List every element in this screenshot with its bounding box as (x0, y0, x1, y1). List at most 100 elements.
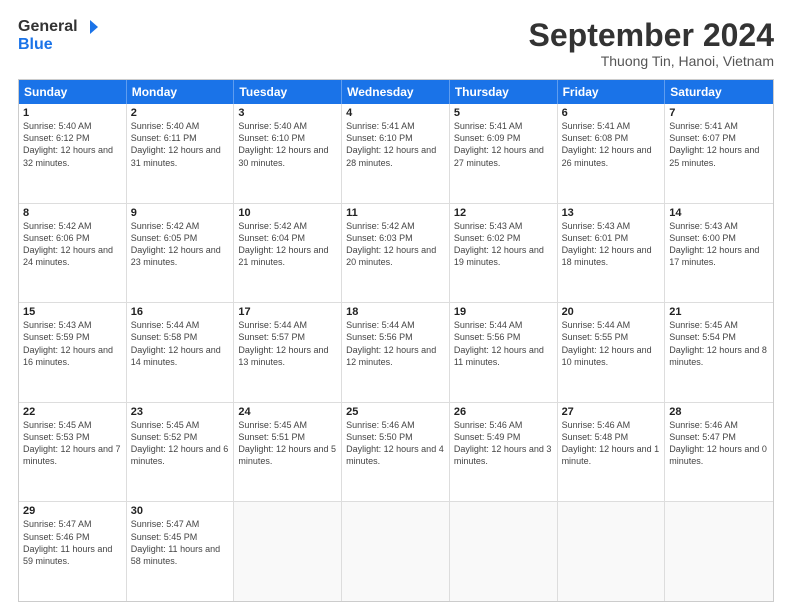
table-row (234, 502, 342, 601)
table-row: 24Sunrise: 5:45 AM Sunset: 5:51 PM Dayli… (234, 403, 342, 502)
day-number: 24 (238, 406, 337, 418)
day-number: 23 (131, 406, 230, 418)
day-info: Sunrise: 5:42 AM Sunset: 6:03 PM Dayligh… (346, 220, 445, 269)
day-number: 5 (454, 107, 553, 119)
table-row: 23Sunrise: 5:45 AM Sunset: 5:52 PM Dayli… (127, 403, 235, 502)
table-row: 12Sunrise: 5:43 AM Sunset: 6:02 PM Dayli… (450, 204, 558, 303)
day-number: 1 (23, 107, 122, 119)
calendar: Sunday Monday Tuesday Wednesday Thursday… (18, 79, 774, 602)
table-row: 17Sunrise: 5:44 AM Sunset: 5:57 PM Dayli… (234, 303, 342, 402)
table-row: 6Sunrise: 5:41 AM Sunset: 6:08 PM Daylig… (558, 104, 666, 203)
day-info: Sunrise: 5:45 AM Sunset: 5:54 PM Dayligh… (669, 319, 769, 368)
table-row: 9Sunrise: 5:42 AM Sunset: 6:05 PM Daylig… (127, 204, 235, 303)
table-row: 22Sunrise: 5:45 AM Sunset: 5:53 PM Dayli… (19, 403, 127, 502)
day-info: Sunrise: 5:44 AM Sunset: 5:58 PM Dayligh… (131, 319, 230, 368)
day-number: 18 (346, 306, 445, 318)
table-row: 27Sunrise: 5:46 AM Sunset: 5:48 PM Dayli… (558, 403, 666, 502)
day-number: 21 (669, 306, 769, 318)
day-number: 7 (669, 107, 769, 119)
table-row: 1Sunrise: 5:40 AM Sunset: 6:12 PM Daylig… (19, 104, 127, 203)
logo: General Blue (18, 18, 98, 54)
day-number: 6 (562, 107, 661, 119)
header: General Blue September 2024 Thuong Tin, … (18, 18, 774, 69)
table-row (665, 502, 773, 601)
calendar-body: 1Sunrise: 5:40 AM Sunset: 6:12 PM Daylig… (19, 104, 773, 601)
day-number: 17 (238, 306, 337, 318)
day-info: Sunrise: 5:41 AM Sunset: 6:10 PM Dayligh… (346, 120, 445, 169)
table-row: 18Sunrise: 5:44 AM Sunset: 5:56 PM Dayli… (342, 303, 450, 402)
day-info: Sunrise: 5:44 AM Sunset: 5:56 PM Dayligh… (346, 319, 445, 368)
header-sunday: Sunday (19, 80, 127, 104)
table-row (342, 502, 450, 601)
table-row: 30Sunrise: 5:47 AM Sunset: 5:45 PM Dayli… (127, 502, 235, 601)
day-number: 19 (454, 306, 553, 318)
day-info: Sunrise: 5:45 AM Sunset: 5:52 PM Dayligh… (131, 419, 230, 468)
day-info: Sunrise: 5:46 AM Sunset: 5:48 PM Dayligh… (562, 419, 661, 468)
table-row: 2Sunrise: 5:40 AM Sunset: 6:11 PM Daylig… (127, 104, 235, 203)
day-info: Sunrise: 5:47 AM Sunset: 5:45 PM Dayligh… (131, 518, 230, 567)
day-info: Sunrise: 5:47 AM Sunset: 5:46 PM Dayligh… (23, 518, 122, 567)
table-row: 28Sunrise: 5:46 AM Sunset: 5:47 PM Dayli… (665, 403, 773, 502)
table-row (450, 502, 558, 601)
day-info: Sunrise: 5:40 AM Sunset: 6:10 PM Dayligh… (238, 120, 337, 169)
day-info: Sunrise: 5:45 AM Sunset: 5:53 PM Dayligh… (23, 419, 122, 468)
table-row: 11Sunrise: 5:42 AM Sunset: 6:03 PM Dayli… (342, 204, 450, 303)
day-number: 12 (454, 207, 553, 219)
header-tuesday: Tuesday (234, 80, 342, 104)
day-info: Sunrise: 5:40 AM Sunset: 6:12 PM Dayligh… (23, 120, 122, 169)
day-info: Sunrise: 5:46 AM Sunset: 5:50 PM Dayligh… (346, 419, 445, 468)
day-number: 8 (23, 207, 122, 219)
day-number: 29 (23, 505, 122, 517)
day-number: 3 (238, 107, 337, 119)
table-row: 15Sunrise: 5:43 AM Sunset: 5:59 PM Dayli… (19, 303, 127, 402)
day-info: Sunrise: 5:40 AM Sunset: 6:11 PM Dayligh… (131, 120, 230, 169)
table-row (558, 502, 666, 601)
day-number: 28 (669, 406, 769, 418)
day-number: 13 (562, 207, 661, 219)
table-row: 19Sunrise: 5:44 AM Sunset: 5:56 PM Dayli… (450, 303, 558, 402)
day-info: Sunrise: 5:46 AM Sunset: 5:49 PM Dayligh… (454, 419, 553, 468)
table-row: 7Sunrise: 5:41 AM Sunset: 6:07 PM Daylig… (665, 104, 773, 203)
day-info: Sunrise: 5:41 AM Sunset: 6:08 PM Dayligh… (562, 120, 661, 169)
table-row: 16Sunrise: 5:44 AM Sunset: 5:58 PM Dayli… (127, 303, 235, 402)
calendar-row-2: 15Sunrise: 5:43 AM Sunset: 5:59 PM Dayli… (19, 302, 773, 402)
header-saturday: Saturday (665, 80, 773, 104)
page: General Blue September 2024 Thuong Tin, … (0, 0, 792, 612)
table-row: 21Sunrise: 5:45 AM Sunset: 5:54 PM Dayli… (665, 303, 773, 402)
table-row: 3Sunrise: 5:40 AM Sunset: 6:10 PM Daylig… (234, 104, 342, 203)
header-friday: Friday (558, 80, 666, 104)
day-info: Sunrise: 5:44 AM Sunset: 5:56 PM Dayligh… (454, 319, 553, 368)
table-row: 10Sunrise: 5:42 AM Sunset: 6:04 PM Dayli… (234, 204, 342, 303)
day-info: Sunrise: 5:44 AM Sunset: 5:55 PM Dayligh… (562, 319, 661, 368)
day-number: 9 (131, 207, 230, 219)
table-row: 26Sunrise: 5:46 AM Sunset: 5:49 PM Dayli… (450, 403, 558, 502)
day-number: 22 (23, 406, 122, 418)
day-info: Sunrise: 5:43 AM Sunset: 5:59 PM Dayligh… (23, 319, 122, 368)
header-wednesday: Wednesday (342, 80, 450, 104)
day-number: 16 (131, 306, 230, 318)
day-number: 10 (238, 207, 337, 219)
day-number: 20 (562, 306, 661, 318)
header-monday: Monday (127, 80, 235, 104)
day-info: Sunrise: 5:43 AM Sunset: 6:02 PM Dayligh… (454, 220, 553, 269)
day-number: 11 (346, 207, 445, 219)
day-number: 14 (669, 207, 769, 219)
calendar-header: Sunday Monday Tuesday Wednesday Thursday… (19, 80, 773, 104)
day-info: Sunrise: 5:42 AM Sunset: 6:04 PM Dayligh… (238, 220, 337, 269)
day-number: 30 (131, 505, 230, 517)
table-row: 29Sunrise: 5:47 AM Sunset: 5:46 PM Dayli… (19, 502, 127, 601)
calendar-row-4: 29Sunrise: 5:47 AM Sunset: 5:46 PM Dayli… (19, 501, 773, 601)
table-row: 8Sunrise: 5:42 AM Sunset: 6:06 PM Daylig… (19, 204, 127, 303)
table-row: 14Sunrise: 5:43 AM Sunset: 6:00 PM Dayli… (665, 204, 773, 303)
day-number: 15 (23, 306, 122, 318)
day-info: Sunrise: 5:41 AM Sunset: 6:09 PM Dayligh… (454, 120, 553, 169)
table-row: 13Sunrise: 5:43 AM Sunset: 6:01 PM Dayli… (558, 204, 666, 303)
day-info: Sunrise: 5:43 AM Sunset: 6:00 PM Dayligh… (669, 220, 769, 269)
logo-arrow-icon (80, 18, 98, 36)
table-row: 20Sunrise: 5:44 AM Sunset: 5:55 PM Dayli… (558, 303, 666, 402)
day-number: 2 (131, 107, 230, 119)
day-number: 27 (562, 406, 661, 418)
day-number: 4 (346, 107, 445, 119)
day-info: Sunrise: 5:43 AM Sunset: 6:01 PM Dayligh… (562, 220, 661, 269)
table-row: 4Sunrise: 5:41 AM Sunset: 6:10 PM Daylig… (342, 104, 450, 203)
